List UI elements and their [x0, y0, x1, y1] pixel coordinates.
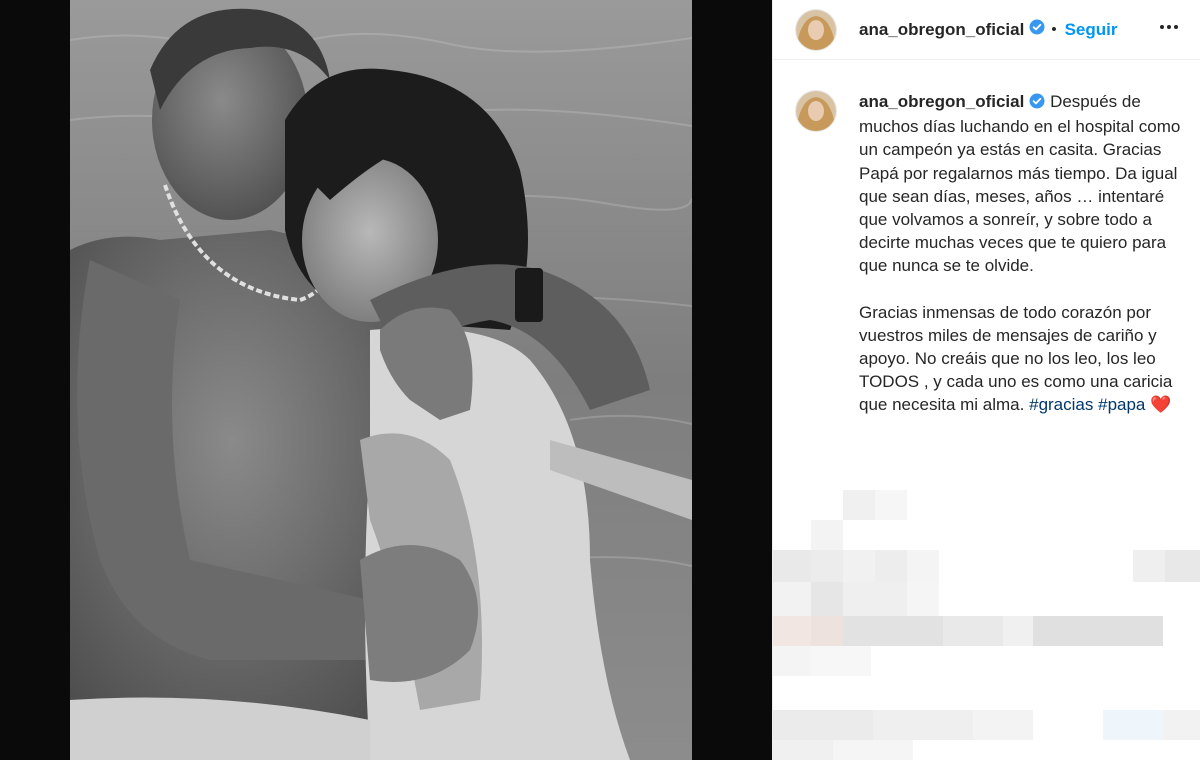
header-username[interactable]: ana_obregon_oficial — [859, 20, 1024, 40]
avatar[interactable] — [795, 8, 837, 51]
hashtag-link-gracias[interactable]: #gracias — [1029, 395, 1093, 414]
heart-emoji-icon: ❤️ — [1150, 395, 1172, 415]
post-sidebar: ana_obregon_oficial • Seguir ana_obregon… — [772, 0, 1200, 760]
follow-button[interactable]: Seguir — [1065, 20, 1118, 40]
caption-paragraph-2: Gracias inmensas de todo corazón por vue… — [859, 301, 1181, 417]
caption-text: ana_obregon_oficial Después de muchos dí… — [859, 90, 1181, 417]
verified-badge-icon — [1029, 19, 1045, 40]
post-photo[interactable] — [70, 0, 692, 760]
caption-paragraph-1-text: Después de muchos días luchando en el ho… — [859, 92, 1181, 276]
caption-username[interactable]: ana_obregon_oficial — [859, 92, 1024, 111]
post-header: ana_obregon_oficial • Seguir — [773, 0, 1200, 60]
separator-dot: • — [1051, 21, 1057, 38]
post-media-pane — [0, 0, 772, 760]
more-options-icon[interactable] — [1157, 15, 1181, 44]
hashtag-link-papa[interactable]: #papa — [1098, 395, 1145, 414]
caption-paragraph-1: ana_obregon_oficial Después de muchos dí… — [859, 90, 1181, 278]
caption-avatar[interactable] — [795, 90, 837, 132]
caption-verified-badge-icon — [1029, 92, 1045, 115]
pixelated-comments-area — [773, 480, 1200, 760]
post-caption: ana_obregon_oficial Después de muchos dí… — [773, 60, 1200, 417]
